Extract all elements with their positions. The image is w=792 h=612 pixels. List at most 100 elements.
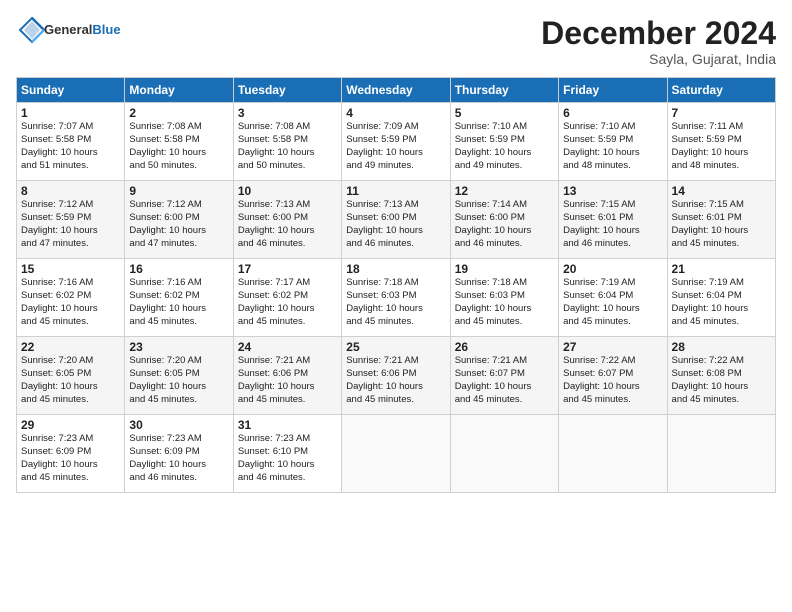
cell-text: and 45 minutes. xyxy=(563,394,662,407)
location: Sayla, Gujarat, India xyxy=(541,51,776,67)
calendar-cell: 29Sunrise: 7:23 AMSunset: 6:09 PMDayligh… xyxy=(17,415,125,493)
day-number: 28 xyxy=(672,340,771,354)
day-number: 26 xyxy=(455,340,554,354)
logo-general: General xyxy=(44,22,92,37)
cell-text: Daylight: 10 hours xyxy=(672,147,771,160)
cell-text: Sunset: 6:02 PM xyxy=(21,290,120,303)
cell-text: Daylight: 10 hours xyxy=(129,303,228,316)
cell-text: Sunset: 6:00 PM xyxy=(346,212,445,225)
cell-text: Sunrise: 7:11 AM xyxy=(672,121,771,134)
cell-text: Sunset: 6:09 PM xyxy=(129,446,228,459)
cell-text: and 47 minutes. xyxy=(21,238,120,251)
calendar-cell: 30Sunrise: 7:23 AMSunset: 6:09 PMDayligh… xyxy=(125,415,233,493)
cell-text: Daylight: 10 hours xyxy=(238,147,337,160)
cell-text: Sunrise: 7:17 AM xyxy=(238,277,337,290)
cell-text: and 46 minutes. xyxy=(563,238,662,251)
day-number: 15 xyxy=(21,262,120,276)
day-number: 25 xyxy=(346,340,445,354)
cell-text: Daylight: 10 hours xyxy=(455,225,554,238)
day-number: 18 xyxy=(346,262,445,276)
calendar-cell: 25Sunrise: 7:21 AMSunset: 6:06 PMDayligh… xyxy=(342,337,450,415)
cell-text: Sunset: 6:02 PM xyxy=(238,290,337,303)
cell-text: Daylight: 10 hours xyxy=(238,381,337,394)
day-number: 19 xyxy=(455,262,554,276)
cell-text: and 45 minutes. xyxy=(672,394,771,407)
cell-text: Daylight: 10 hours xyxy=(21,147,120,160)
day-number: 27 xyxy=(563,340,662,354)
cell-text: Sunrise: 7:22 AM xyxy=(672,355,771,368)
cell-text: Daylight: 10 hours xyxy=(563,303,662,316)
cell-text: Sunset: 6:06 PM xyxy=(238,368,337,381)
calendar-week-row: 15Sunrise: 7:16 AMSunset: 6:02 PMDayligh… xyxy=(17,259,776,337)
cell-text: Sunset: 6:07 PM xyxy=(563,368,662,381)
calendar-cell: 3Sunrise: 7:08 AMSunset: 5:58 PMDaylight… xyxy=(233,103,341,181)
cell-text: and 46 minutes. xyxy=(455,238,554,251)
cell-text: Daylight: 10 hours xyxy=(21,381,120,394)
cell-text: Sunset: 6:08 PM xyxy=(672,368,771,381)
cell-text: Daylight: 10 hours xyxy=(563,225,662,238)
calendar-cell xyxy=(667,415,775,493)
calendar-cell: 15Sunrise: 7:16 AMSunset: 6:02 PMDayligh… xyxy=(17,259,125,337)
cell-text: Sunrise: 7:18 AM xyxy=(346,277,445,290)
column-header-monday: Monday xyxy=(125,78,233,103)
column-header-wednesday: Wednesday xyxy=(342,78,450,103)
column-header-thursday: Thursday xyxy=(450,78,558,103)
cell-text: and 45 minutes. xyxy=(238,394,337,407)
cell-text: Sunset: 6:04 PM xyxy=(563,290,662,303)
cell-text: and 50 minutes. xyxy=(238,160,337,173)
calendar-week-row: 8Sunrise: 7:12 AMSunset: 5:59 PMDaylight… xyxy=(17,181,776,259)
cell-text: and 45 minutes. xyxy=(129,394,228,407)
cell-text: Daylight: 10 hours xyxy=(346,225,445,238)
cell-text: Sunset: 5:58 PM xyxy=(238,134,337,147)
cell-text: Sunrise: 7:16 AM xyxy=(129,277,228,290)
calendar-week-row: 1Sunrise: 7:07 AMSunset: 5:58 PMDaylight… xyxy=(17,103,776,181)
cell-text: Sunrise: 7:21 AM xyxy=(455,355,554,368)
cell-text: Daylight: 10 hours xyxy=(455,147,554,160)
cell-text: Daylight: 10 hours xyxy=(672,225,771,238)
cell-text: and 45 minutes. xyxy=(21,472,120,485)
logo-blue: Blue xyxy=(92,22,120,37)
calendar-cell: 9Sunrise: 7:12 AMSunset: 6:00 PMDaylight… xyxy=(125,181,233,259)
cell-text: and 45 minutes. xyxy=(346,316,445,329)
cell-text: and 46 minutes. xyxy=(129,472,228,485)
calendar-cell: 5Sunrise: 7:10 AMSunset: 5:59 PMDaylight… xyxy=(450,103,558,181)
cell-text: and 46 minutes. xyxy=(346,238,445,251)
day-number: 3 xyxy=(238,106,337,120)
cell-text: and 45 minutes. xyxy=(129,316,228,329)
calendar-cell xyxy=(342,415,450,493)
cell-text: and 47 minutes. xyxy=(129,238,228,251)
day-number: 7 xyxy=(672,106,771,120)
cell-text: Sunrise: 7:07 AM xyxy=(21,121,120,134)
cell-text: Daylight: 10 hours xyxy=(563,147,662,160)
cell-text: and 45 minutes. xyxy=(346,394,445,407)
column-header-sunday: Sunday xyxy=(17,78,125,103)
day-number: 2 xyxy=(129,106,228,120)
cell-text: Daylight: 10 hours xyxy=(129,147,228,160)
calendar-cell: 18Sunrise: 7:18 AMSunset: 6:03 PMDayligh… xyxy=(342,259,450,337)
cell-text: Sunrise: 7:15 AM xyxy=(563,199,662,212)
cell-text: Sunrise: 7:23 AM xyxy=(129,433,228,446)
cell-text: Sunrise: 7:20 AM xyxy=(21,355,120,368)
cell-text: Sunrise: 7:12 AM xyxy=(129,199,228,212)
calendar-cell: 21Sunrise: 7:19 AMSunset: 6:04 PMDayligh… xyxy=(667,259,775,337)
cell-text: Daylight: 10 hours xyxy=(21,459,120,472)
cell-text: Sunset: 5:58 PM xyxy=(129,134,228,147)
calendar-cell: 13Sunrise: 7:15 AMSunset: 6:01 PMDayligh… xyxy=(559,181,667,259)
cell-text: Sunrise: 7:12 AM xyxy=(21,199,120,212)
cell-text: Sunset: 6:02 PM xyxy=(129,290,228,303)
cell-text: and 50 minutes. xyxy=(129,160,228,173)
cell-text: Daylight: 10 hours xyxy=(346,381,445,394)
cell-text: and 49 minutes. xyxy=(346,160,445,173)
cell-text: Sunset: 6:03 PM xyxy=(455,290,554,303)
calendar-cell: 27Sunrise: 7:22 AMSunset: 6:07 PMDayligh… xyxy=(559,337,667,415)
day-number: 22 xyxy=(21,340,120,354)
cell-text: and 45 minutes. xyxy=(21,316,120,329)
logo: GeneralBlue xyxy=(16,16,121,44)
day-number: 11 xyxy=(346,184,445,198)
calendar-cell: 17Sunrise: 7:17 AMSunset: 6:02 PMDayligh… xyxy=(233,259,341,337)
cell-text: and 45 minutes. xyxy=(455,394,554,407)
calendar-cell: 31Sunrise: 7:23 AMSunset: 6:10 PMDayligh… xyxy=(233,415,341,493)
cell-text: Sunset: 5:59 PM xyxy=(346,134,445,147)
cell-text: Sunset: 6:05 PM xyxy=(129,368,228,381)
cell-text: and 45 minutes. xyxy=(672,238,771,251)
